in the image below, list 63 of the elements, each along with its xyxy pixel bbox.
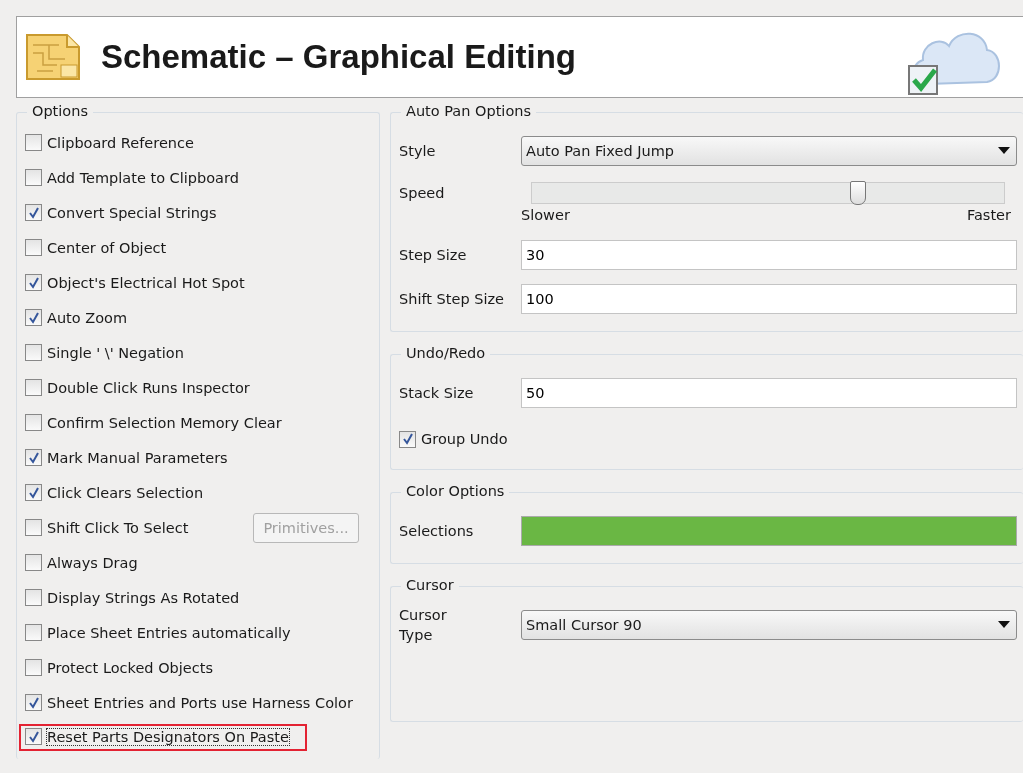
- group-title: Color Options: [401, 483, 510, 499]
- checkbox-label: Confirm Selection Memory Clear: [47, 414, 282, 431]
- checkbox[interactable]: [25, 239, 42, 256]
- checkbox[interactable]: [25, 694, 42, 711]
- slider-max-label: Faster: [966, 207, 1011, 223]
- checkbox[interactable]: [25, 519, 42, 536]
- checkbox[interactable]: [25, 484, 42, 501]
- field-label: Cursor Type: [399, 606, 448, 645]
- field-label: Stack Size: [399, 385, 475, 401]
- step-size-field[interactable]: 30: [521, 240, 1017, 270]
- checkbox-label: Add Template to Clipboard: [47, 169, 239, 186]
- stack-size-field[interactable]: 50: [521, 378, 1017, 408]
- checkbox[interactable]: [25, 659, 42, 676]
- checkbox[interactable]: [25, 309, 42, 326]
- field-label: Step Size: [399, 247, 468, 263]
- style-dropdown[interactable]: Auto Pan Fixed Jump: [521, 136, 1017, 166]
- group-title: Undo/Redo: [401, 345, 491, 361]
- slider-thumb[interactable]: [849, 181, 866, 205]
- slider-min-label: Slower: [521, 207, 570, 223]
- checkbox-label: Place Sheet Entries automatically: [47, 624, 291, 641]
- checkbox-label: Protect Locked Objects: [47, 659, 213, 676]
- checkbox-label: Center of Object: [47, 239, 167, 256]
- checkbox-label: Click Clears Selection: [47, 484, 204, 501]
- checkbox-label: Always Drag: [47, 554, 138, 571]
- color-swatch[interactable]: [521, 516, 1017, 546]
- checkbox[interactable]: [25, 728, 42, 745]
- schematic-document-icon: [23, 31, 83, 83]
- group-title: Auto Pan Options: [401, 103, 536, 119]
- checkbox-label: Double Click Runs Inspector: [47, 379, 250, 396]
- group-title: Cursor: [401, 577, 459, 593]
- checkbox[interactable]: [25, 169, 42, 186]
- checkbox-label: Reset Parts Designators On Paste: [47, 728, 289, 745]
- checkbox[interactable]: [25, 204, 42, 221]
- shift-step-size-field[interactable]: 100: [521, 284, 1017, 314]
- checkbox[interactable]: [25, 379, 42, 396]
- checkbox[interactable]: [25, 414, 42, 431]
- checkbox[interactable]: [25, 589, 42, 606]
- field-label: Shift Step Size: [399, 291, 505, 307]
- checkbox[interactable]: [25, 274, 42, 291]
- checkbox-label: Sheet Entries and Ports use Harness Color: [47, 694, 353, 711]
- checkbox[interactable]: [399, 430, 416, 448]
- checkbox[interactable]: [25, 449, 42, 466]
- checkbox[interactable]: [25, 344, 42, 361]
- checkbox-label: Single ' \' Negation: [47, 344, 184, 361]
- dialog-title: Schematic – Graphical Editing: [101, 38, 577, 76]
- checkbox[interactable]: [25, 134, 42, 151]
- checkbox-label: Group Undo: [421, 431, 508, 447]
- caret-icon: [998, 147, 1010, 155]
- group-title: Options: [27, 103, 93, 119]
- checkbox-label: Mark Manual Parameters: [47, 449, 228, 466]
- cursor-type-dropdown[interactable]: Small Cursor 90: [521, 610, 1017, 640]
- checkbox[interactable]: [25, 624, 42, 641]
- caret-icon: [998, 621, 1010, 629]
- field-label: Selections: [399, 523, 475, 539]
- checkbox-label: Display Strings As Rotated: [47, 589, 240, 606]
- checkbox-label: Shift Click To Select: [47, 519, 189, 536]
- checkbox-label: Convert Special Strings: [47, 204, 217, 221]
- field-label: Style: [399, 143, 437, 159]
- checkbox-label: Auto Zoom: [47, 309, 128, 326]
- field-label: Speed: [399, 185, 446, 201]
- checkbox[interactable]: [25, 554, 42, 571]
- checkbox-label: Object's Electrical Hot Spot: [47, 274, 245, 291]
- checkbox-label: Clipboard Reference: [47, 134, 194, 151]
